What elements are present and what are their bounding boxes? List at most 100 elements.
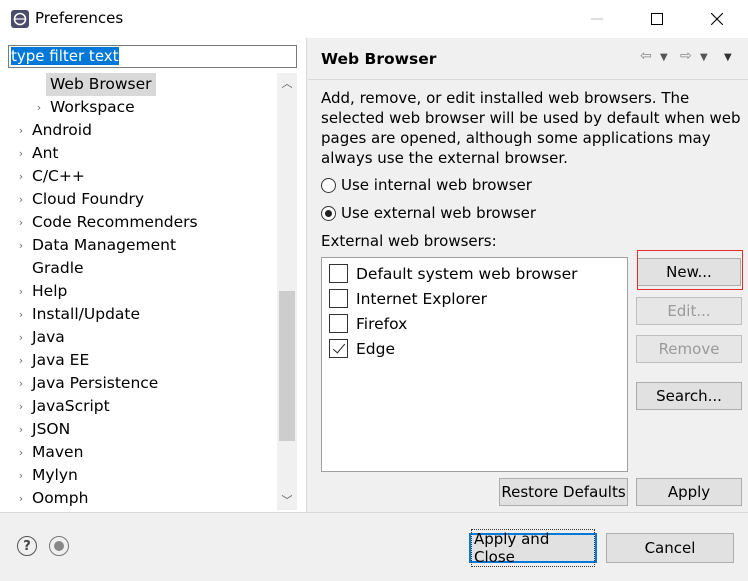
help-icon[interactable]: ? bbox=[17, 536, 37, 556]
tree-item[interactable]: › Help bbox=[0, 280, 277, 303]
expand-chevron-icon[interactable]: › bbox=[15, 142, 27, 165]
tree-item[interactable]: › Android bbox=[0, 119, 277, 142]
tree-item-label: Android bbox=[32, 121, 92, 139]
tree-item[interactable]: › JSON bbox=[0, 418, 277, 441]
window-title: Preferences bbox=[35, 9, 124, 27]
tree-item[interactable]: › JavaScript bbox=[0, 395, 277, 418]
checkbox-icon[interactable] bbox=[329, 339, 348, 358]
expand-chevron-icon[interactable]: › bbox=[15, 326, 27, 349]
expand-chevron-icon[interactable]: › bbox=[15, 234, 27, 257]
scroll-down-icon[interactable]: ﹀ bbox=[277, 490, 297, 510]
expand-chevron-icon[interactable]: › bbox=[15, 165, 27, 188]
checkbox-icon[interactable] bbox=[329, 314, 348, 333]
browser-list-item[interactable]: Edge bbox=[329, 336, 395, 361]
maximize-icon bbox=[651, 13, 663, 25]
forward-menu-chevron-icon[interactable]: ▼ bbox=[700, 52, 708, 63]
forward-icon[interactable]: ⇨ bbox=[680, 48, 692, 64]
back-menu-chevron-icon[interactable]: ▼ bbox=[660, 52, 668, 63]
tree-item-label: C/C++ bbox=[32, 167, 85, 185]
tree-item-label: Cloud Foundry bbox=[32, 190, 145, 208]
search-browsers-button[interactable]: Search... bbox=[636, 382, 742, 410]
expand-chevron-icon[interactable]: › bbox=[33, 96, 45, 119]
radio-icon[interactable] bbox=[321, 177, 336, 193]
tree-item[interactable]: › Java Persistence bbox=[0, 372, 277, 395]
filter-text: type filter text bbox=[11, 47, 119, 65]
radio-icon[interactable] bbox=[321, 205, 336, 221]
restore-defaults-button[interactable]: Restore Defaults bbox=[499, 478, 628, 506]
highlight-annotation bbox=[637, 250, 743, 290]
scrollbar-thumb[interactable] bbox=[279, 291, 295, 441]
tree-item[interactable]: › Cloud Foundry bbox=[0, 188, 277, 211]
expand-chevron-icon[interactable]: › bbox=[15, 487, 27, 510]
tree-item-label: Workspace bbox=[50, 98, 135, 116]
tree-item-label: Data Management bbox=[32, 236, 177, 254]
tree-item[interactable]: › Code Recommenders bbox=[0, 211, 277, 234]
expand-chevron-icon[interactable]: › bbox=[15, 280, 27, 303]
expand-chevron-icon[interactable]: › bbox=[15, 211, 27, 234]
browser-list-item[interactable]: Default system web browser bbox=[329, 261, 578, 286]
maximize-button[interactable] bbox=[634, 0, 680, 38]
external-browser-label: Use external web browser bbox=[341, 204, 537, 222]
page-header: Web Browser ⇦ ▼ ⇨ ▼ ▼ bbox=[308, 38, 748, 80]
browser-list-item[interactable]: Firefox bbox=[329, 311, 407, 336]
tree-item[interactable]: › Install/Update bbox=[0, 303, 277, 326]
internal-browser-radio[interactable]: Use internal web browser bbox=[321, 174, 532, 196]
cancel-button[interactable]: Cancel bbox=[606, 533, 734, 563]
expand-chevron-icon[interactable]: › bbox=[15, 119, 27, 142]
internal-browser-label: Use internal web browser bbox=[341, 176, 532, 194]
tree-item-label: Java EE bbox=[32, 351, 90, 369]
expand-chevron-icon[interactable]: › bbox=[15, 464, 27, 487]
close-button[interactable] bbox=[694, 0, 740, 38]
tree-item[interactable]: › C/C++ bbox=[0, 165, 277, 188]
record-macro-icon[interactable] bbox=[49, 536, 69, 556]
tree-item[interactable]: › Maven bbox=[0, 441, 277, 464]
tree-item-label: Ant bbox=[32, 144, 59, 162]
apply-and-close-label: Apply and Close bbox=[471, 529, 595, 567]
footer-separator bbox=[0, 512, 748, 513]
tree-item-label: Code Recommenders bbox=[32, 213, 198, 231]
external-browsers-list[interactable]: Default system web browser Internet Explo… bbox=[321, 257, 628, 472]
tree-item[interactable]: › Ant bbox=[0, 142, 277, 165]
checkbox-icon[interactable] bbox=[329, 289, 348, 308]
expand-chevron-icon[interactable]: › bbox=[15, 441, 27, 464]
tree-item[interactable]: › Data Management bbox=[0, 234, 277, 257]
preferences-tree: Web Browser › Workspace › Android › Ant › C/C++ ›… bbox=[0, 73, 277, 510]
edit-browser-button[interactable]: Edit... bbox=[636, 297, 742, 325]
back-icon[interactable]: ⇦ bbox=[640, 48, 652, 64]
tree-item[interactable]: › Workspace bbox=[0, 96, 277, 119]
expand-chevron-icon[interactable]: › bbox=[15, 372, 27, 395]
external-browser-radio[interactable]: Use external web browser bbox=[321, 202, 536, 224]
remove-browser-button[interactable]: Remove bbox=[636, 335, 742, 363]
tree-item-label: Gradle bbox=[32, 259, 84, 277]
view-menu-icon[interactable]: ▼ bbox=[724, 52, 732, 63]
filter-input[interactable]: type filter text bbox=[8, 45, 297, 68]
browser-list-item[interactable]: Internet Explorer bbox=[329, 286, 487, 311]
tree-item[interactable]: › Oomph bbox=[0, 487, 277, 510]
tree-item-label: Install/Update bbox=[32, 305, 141, 323]
expand-chevron-icon[interactable]: › bbox=[15, 303, 27, 326]
page-description: Add, remove, or edit installed web brows… bbox=[321, 89, 741, 167]
checkbox-icon[interactable] bbox=[329, 264, 348, 283]
apply-button[interactable]: Apply bbox=[636, 478, 742, 506]
tree-item[interactable]: Gradle bbox=[0, 257, 277, 280]
tree-item-label: Java Persistence bbox=[32, 374, 159, 392]
tree-item[interactable]: Web Browser bbox=[0, 73, 277, 96]
minimize-button[interactable] bbox=[574, 0, 620, 38]
tree-item-label: Web Browser bbox=[46, 73, 156, 96]
expand-chevron-icon[interactable]: › bbox=[15, 349, 27, 372]
tree-item-label: JavaScript bbox=[32, 397, 110, 415]
tree-item[interactable]: › Mylyn bbox=[0, 464, 277, 487]
expand-chevron-icon[interactable]: › bbox=[15, 418, 27, 441]
browser-name: Internet Explorer bbox=[356, 289, 488, 308]
expand-chevron-icon[interactable]: › bbox=[15, 188, 27, 211]
page-title: Web Browser bbox=[321, 50, 437, 68]
browser-name: Edge bbox=[356, 339, 396, 358]
title-bar: Preferences bbox=[0, 0, 748, 38]
scroll-up-icon[interactable]: ︿ bbox=[277, 73, 297, 93]
apply-and-close-button[interactable]: Apply and Close bbox=[469, 529, 597, 567]
tree-item[interactable]: › Java bbox=[0, 326, 277, 349]
browser-name: Default system web browser bbox=[356, 264, 578, 283]
tree-item[interactable]: › Java EE bbox=[0, 349, 277, 372]
expand-chevron-icon[interactable]: › bbox=[15, 395, 27, 418]
tree-scrollbar[interactable]: ︿ ﹀ bbox=[277, 73, 297, 510]
